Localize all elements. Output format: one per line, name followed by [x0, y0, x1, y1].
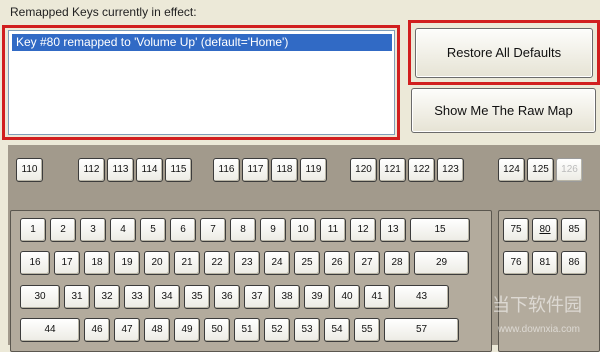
key-46[interactable]: 46	[84, 318, 110, 342]
key-12[interactable]: 12	[350, 218, 376, 242]
key-125[interactable]: 125	[527, 158, 554, 182]
watermark-url: www.downxia.com	[497, 324, 580, 335]
key-124[interactable]: 124	[498, 158, 525, 182]
key-126[interactable]: 126	[556, 158, 583, 182]
key-53[interactable]: 53	[294, 318, 320, 342]
key-115[interactable]: 115	[165, 158, 192, 182]
key-44[interactable]: 44	[20, 318, 80, 342]
key-20[interactable]: 20	[144, 251, 170, 275]
key-25[interactable]: 25	[294, 251, 320, 275]
key-34[interactable]: 34	[154, 285, 180, 309]
key-21[interactable]: 21	[174, 251, 200, 275]
key-15[interactable]: 15	[410, 218, 470, 242]
key-19[interactable]: 19	[114, 251, 140, 275]
keyboard-panel: 当下软件园 www.downxia.com 110 112 113 114 115 116…	[8, 145, 600, 352]
key-5[interactable]: 5	[140, 218, 166, 242]
key-22[interactable]: 22	[204, 251, 230, 275]
key-116[interactable]: 116	[213, 158, 240, 182]
key-123[interactable]: 123	[437, 158, 464, 182]
key-28[interactable]: 28	[384, 251, 410, 275]
restore-all-defaults-button[interactable]: Restore All Defaults	[415, 28, 593, 78]
key-1[interactable]: 1	[20, 218, 46, 242]
key-6[interactable]: 6	[170, 218, 196, 242]
key-7[interactable]: 7	[200, 218, 226, 242]
key-114[interactable]: 114	[136, 158, 163, 182]
key-50[interactable]: 50	[204, 318, 230, 342]
key-13[interactable]: 13	[380, 218, 406, 242]
key-85[interactable]: 85	[561, 218, 587, 242]
key-119[interactable]: 119	[300, 158, 327, 182]
key-86[interactable]: 86	[561, 251, 587, 275]
key-55[interactable]: 55	[354, 318, 380, 342]
key-3[interactable]: 3	[80, 218, 106, 242]
key-51[interactable]: 51	[234, 318, 260, 342]
key-29[interactable]: 29	[414, 251, 469, 275]
key-113[interactable]: 113	[107, 158, 134, 182]
key-121[interactable]: 121	[379, 158, 406, 182]
show-raw-map-button[interactable]: Show Me The Raw Map	[411, 88, 596, 133]
key-57[interactable]: 57	[384, 318, 459, 342]
key-11[interactable]: 11	[320, 218, 346, 242]
key-30[interactable]: 30	[20, 285, 60, 309]
key-2[interactable]: 2	[50, 218, 76, 242]
key-47[interactable]: 47	[114, 318, 140, 342]
key-54[interactable]: 54	[324, 318, 350, 342]
key-49[interactable]: 49	[174, 318, 200, 342]
key-80[interactable]: 80	[532, 218, 558, 242]
key-43[interactable]: 43	[394, 285, 449, 309]
key-76[interactable]: 76	[503, 251, 529, 275]
key-27[interactable]: 27	[354, 251, 380, 275]
key-17[interactable]: 17	[54, 251, 80, 275]
key-40[interactable]: 40	[334, 285, 360, 309]
key-36[interactable]: 36	[214, 285, 240, 309]
key-9[interactable]: 9	[260, 218, 286, 242]
key-35[interactable]: 35	[184, 285, 210, 309]
key-38[interactable]: 38	[274, 285, 300, 309]
key-18[interactable]: 18	[84, 251, 110, 275]
key-33[interactable]: 33	[124, 285, 150, 309]
key-26[interactable]: 26	[324, 251, 350, 275]
key-81[interactable]: 81	[532, 251, 558, 275]
key-39[interactable]: 39	[304, 285, 330, 309]
key-48[interactable]: 48	[144, 318, 170, 342]
key-122[interactable]: 122	[408, 158, 435, 182]
watermark-text: 当下软件园	[492, 295, 582, 316]
key-112[interactable]: 112	[78, 158, 105, 182]
key-41[interactable]: 41	[364, 285, 390, 309]
remapped-keys-listbox[interactable]: Key #80 remapped to 'Volume Up' (default…	[8, 30, 395, 135]
key-120[interactable]: 120	[350, 158, 377, 182]
key-52[interactable]: 52	[264, 318, 290, 342]
key-117[interactable]: 117	[242, 158, 269, 182]
key-4[interactable]: 4	[110, 218, 136, 242]
key-31[interactable]: 31	[64, 285, 90, 309]
key-110[interactable]: 110	[16, 158, 43, 182]
key-10[interactable]: 10	[290, 218, 316, 242]
remapped-keys-label: Remapped Keys currently in effect:	[10, 5, 197, 19]
key-75[interactable]: 75	[503, 218, 529, 242]
key-16[interactable]: 16	[20, 251, 50, 275]
key-24[interactable]: 24	[264, 251, 290, 275]
key-118[interactable]: 118	[271, 158, 298, 182]
key-37[interactable]: 37	[244, 285, 270, 309]
key-8[interactable]: 8	[230, 218, 256, 242]
key-23[interactable]: 23	[234, 251, 260, 275]
key-32[interactable]: 32	[94, 285, 120, 309]
remapped-key-item[interactable]: Key #80 remapped to 'Volume Up' (default…	[12, 34, 392, 51]
